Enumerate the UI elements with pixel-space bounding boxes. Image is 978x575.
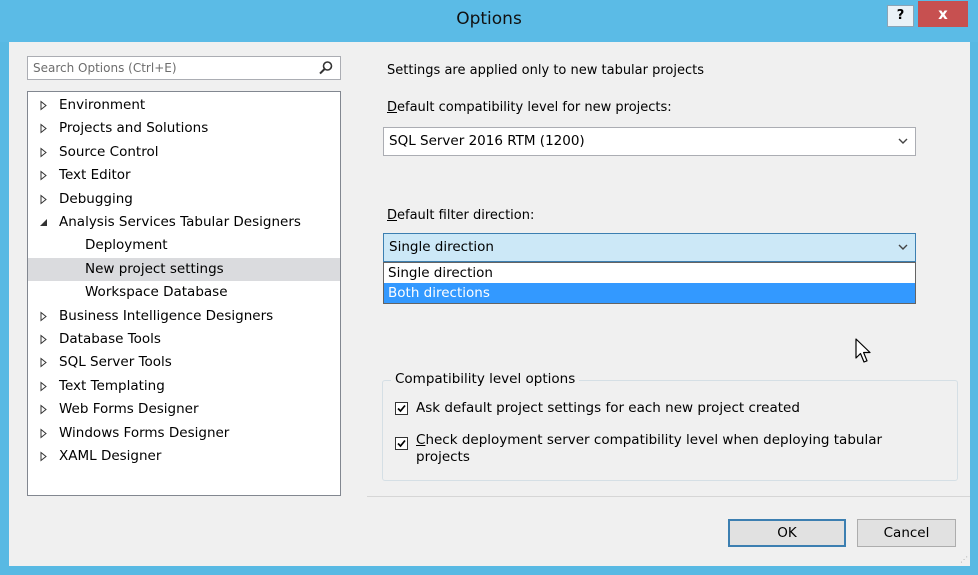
tree-item-label: XAML Designer [59,448,162,464]
tree-item-label: Web Forms Designer [59,401,199,418]
tree-item[interactable]: Business Intelligence Designers [28,305,340,328]
compat-options-group: Compatibility level options Ask default … [382,371,958,481]
settings-intro: Settings are applied only to new tabular… [387,63,705,78]
compat-level-label: Default compatibility level for new proj… [387,100,672,115]
tree-item[interactable]: Debugging [28,188,340,211]
tree-item-label: Deployment [85,237,168,254]
tree-item-label: Text Editor [59,167,131,184]
options-dialog: Options ? x Environment Projects and Solu… [0,0,978,575]
tree-item-label: SQL Server Tools [59,354,172,371]
tree-item[interactable]: Environment [28,94,340,117]
options-tree[interactable]: Environment Projects and Solutions Source … [27,91,341,496]
mouse-cursor-icon [855,338,873,368]
chevron-down-icon[interactable] [898,128,908,165]
compat-level-combo[interactable]: SQL Server 2016 RTM (1200) [383,127,916,156]
dropdown-option-single[interactable]: Single direction [384,263,915,283]
tree-item[interactable]: New project settings [28,257,340,281]
filter-direction-combo[interactable]: Single direction [383,233,916,262]
tree-item[interactable]: SQL Server Tools [28,351,340,374]
tree-item[interactable]: Analysis Services Tabular Designers [28,211,340,234]
tree-item-label: Windows Forms Designer [59,424,230,441]
tree-item[interactable]: Text Templating [28,375,340,398]
dialog-client-area: Environment Projects and Solutions Source … [9,42,970,566]
window-title: Options [456,9,522,29]
tree-item-label: Projects and Solutions [59,120,209,137]
tree-item[interactable]: Text Editor [28,164,340,187]
filter-direction-label: Default filter direction: [387,208,535,223]
dropdown-option-both[interactable]: Both directions [384,283,915,303]
tree-item-label: Source Control [59,143,159,160]
group-title: Compatibility level options [391,371,580,387]
tree-item-label: Business Intelligence Designers [59,307,274,324]
tree-item-label: Text Templating [59,377,165,394]
filter-direction-value: Single direction [389,239,494,255]
separator [367,496,970,497]
tree-item-label: Workspace Database [85,284,228,301]
tree-item[interactable]: Deployment [28,234,340,257]
filter-direction-dropdown: Single direction Both directions [383,262,916,304]
tree-item-label: Database Tools [59,331,161,347]
check-deploy-compat-label[interactable]: Check deployment server compatibility le… [416,432,882,466]
search-icon[interactable] [318,60,334,76]
compat-level-value: SQL Server 2016 RTM (1200) [389,133,585,149]
tree-item-label: Analysis Services Tabular Designers [59,214,301,230]
collapsed-arrow-icon[interactable] [39,445,48,478]
tree-item[interactable]: Source Control [28,141,340,164]
tree-item[interactable]: Workspace Database [28,281,340,304]
search-box [27,56,341,80]
tree-item[interactable]: XAML Designer [28,445,340,468]
tree-item-label: New project settings [85,260,224,277]
ask-settings-checkbox[interactable] [395,402,408,415]
help-button[interactable]: ? [887,5,914,27]
tree-item[interactable]: Projects and Solutions [28,117,340,140]
cancel-button[interactable]: Cancel [857,519,956,547]
resize-grip-icon[interactable]: ⋰ [960,555,968,564]
check-deploy-compat-checkbox[interactable] [395,437,408,450]
tree-item[interactable]: Web Forms Designer [28,398,340,421]
search-input[interactable] [28,57,303,79]
title-bar[interactable]: Options ? x [0,0,978,42]
ok-button[interactable]: OK [728,519,846,547]
tree-item-label: Debugging [59,190,133,207]
close-button[interactable]: x [918,1,968,27]
tree-item[interactable]: Database Tools [28,328,340,351]
ask-settings-label[interactable]: Ask default project settings for each ne… [416,400,800,417]
tree-item-label: Environment [59,97,146,113]
tree-item[interactable]: Windows Forms Designer [28,422,340,445]
